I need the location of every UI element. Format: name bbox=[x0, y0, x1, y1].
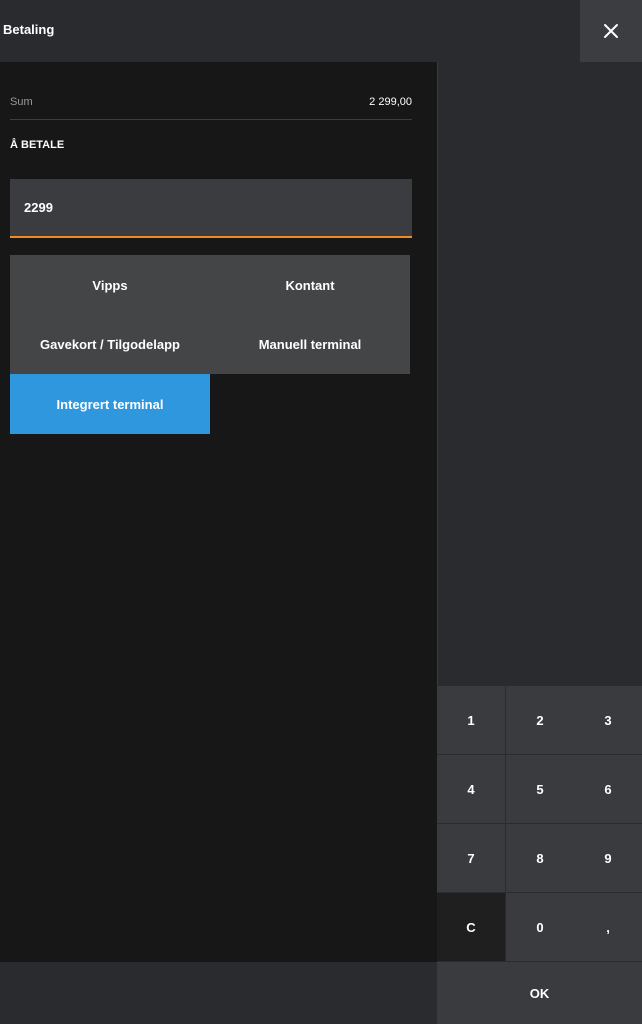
key-8[interactable]: 8 bbox=[506, 824, 575, 893]
side-panel bbox=[437, 62, 642, 686]
page-title: Betaling bbox=[3, 22, 55, 37]
close-button[interactable] bbox=[580, 0, 642, 62]
key-comma[interactable]: , bbox=[574, 893, 642, 962]
key-5[interactable]: 5 bbox=[506, 755, 575, 824]
key-4[interactable]: 4 bbox=[437, 755, 506, 824]
gift-card-button[interactable]: Gavekort / Tilgodelapp bbox=[10, 314, 210, 374]
manual-terminal-button[interactable]: Manuell terminal bbox=[210, 314, 410, 374]
key-1[interactable]: 1 bbox=[437, 686, 506, 755]
close-icon bbox=[604, 24, 618, 38]
footer-bar bbox=[0, 962, 437, 1024]
key-6[interactable]: 6 bbox=[574, 755, 642, 824]
to-pay-label: Å BETALE bbox=[10, 139, 65, 151]
header: Betaling bbox=[0, 0, 642, 62]
cash-button[interactable]: Kontant bbox=[210, 255, 410, 315]
key-7[interactable]: 7 bbox=[437, 824, 506, 893]
key-3[interactable]: 3 bbox=[574, 686, 642, 755]
amount-input[interactable] bbox=[10, 179, 412, 238]
sum-value: 2 299,00 bbox=[369, 96, 412, 108]
key-0[interactable]: 0 bbox=[506, 893, 575, 962]
vipps-button[interactable]: Vipps bbox=[10, 255, 210, 315]
key-9[interactable]: 9 bbox=[574, 824, 642, 893]
key-clear[interactable]: C bbox=[437, 893, 506, 962]
sum-row: Sum 2 299,00 bbox=[10, 96, 412, 120]
integrated-terminal-button[interactable]: Integrert terminal bbox=[10, 374, 210, 434]
sum-label: Sum bbox=[10, 96, 33, 108]
ok-button[interactable]: OK bbox=[437, 962, 642, 1024]
key-2[interactable]: 2 bbox=[506, 686, 575, 755]
